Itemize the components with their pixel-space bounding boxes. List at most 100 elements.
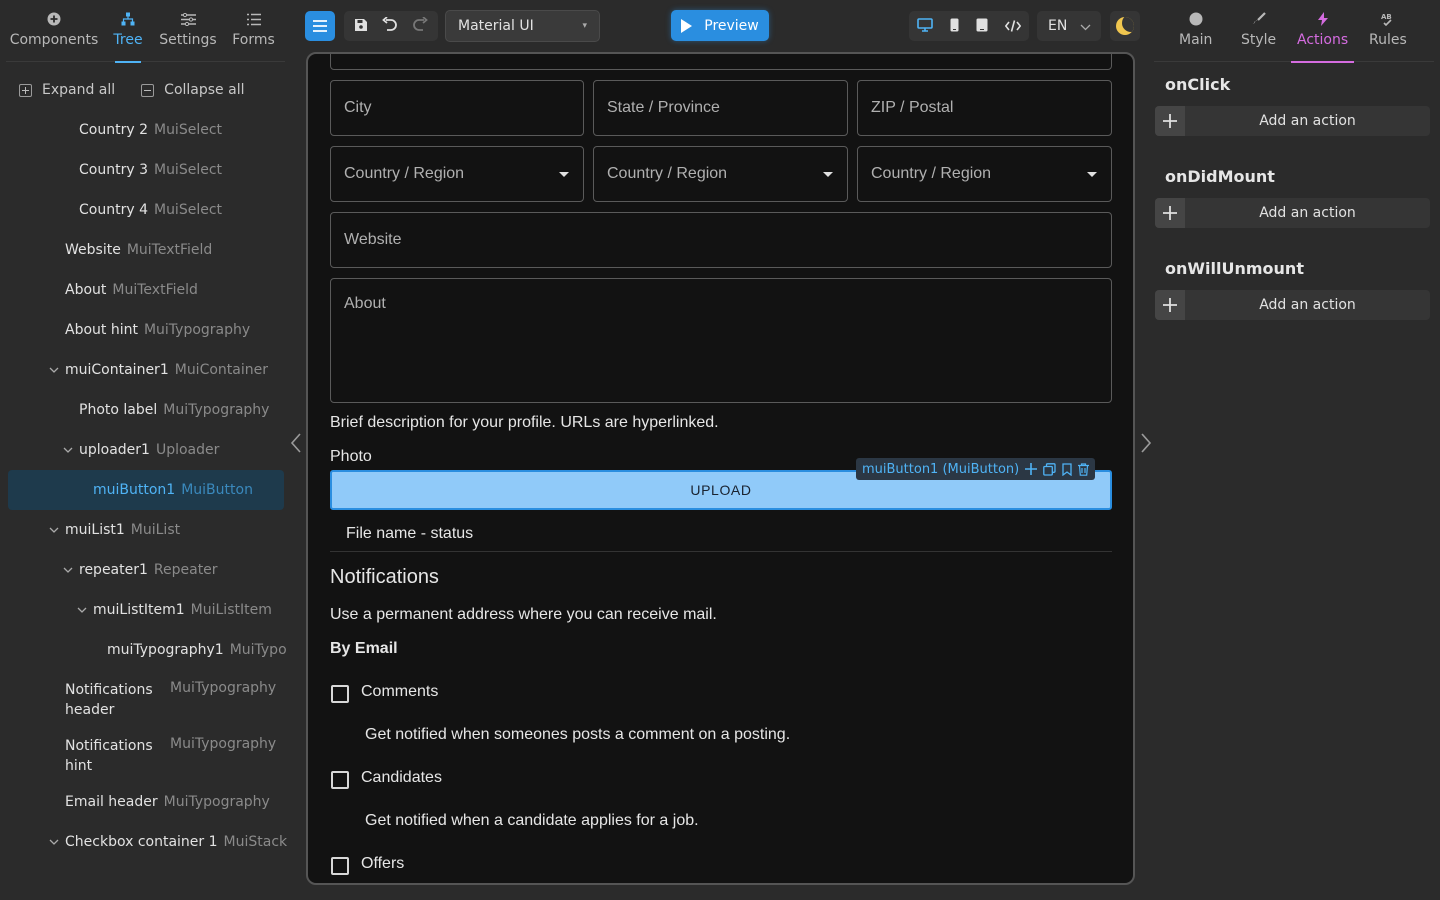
tree-node-muicontainer1[interactable]: muiContainer1 MuiContainer: [8, 350, 284, 390]
expand-icon: [19, 83, 32, 97]
desktop-icon[interactable]: [917, 17, 934, 36]
dropdown-arrow-icon: [823, 172, 833, 177]
preview-button[interactable]: Preview: [671, 10, 769, 41]
save-icon[interactable]: [354, 17, 368, 36]
app-window: Components Tree Settings Forms Expand al…: [0, 0, 1440, 900]
menu-button[interactable]: [305, 11, 335, 41]
tab-forms[interactable]: Forms: [222, 0, 285, 62]
delete-icon[interactable]: [1078, 462, 1090, 476]
file-status: File name - status: [346, 525, 474, 542]
tree-node-email-header[interactable]: Email header MuiTypography: [8, 782, 284, 822]
tab-tree[interactable]: Tree: [102, 0, 154, 62]
expand-all-button[interactable]: Expand all: [19, 82, 115, 98]
left-panel: Components Tree Settings Forms Expand al…: [0, 0, 292, 900]
city-field[interactable]: City: [330, 80, 584, 136]
node-type: MuiTypography: [170, 736, 277, 752]
tab-settings[interactable]: Settings: [154, 0, 222, 62]
mobile-icon[interactable]: [950, 17, 959, 36]
moon-icon: [1116, 17, 1134, 35]
bookmark-icon[interactable]: [1062, 462, 1072, 476]
node-name: muiTypography1: [107, 642, 224, 658]
tree-node-country-3[interactable]: Country 3 MuiSelect: [8, 150, 284, 190]
onwillunmount-add-action[interactable]: Add an action: [1155, 290, 1430, 320]
tree-node-photo-label[interactable]: Photo label MuiTypography: [8, 390, 284, 430]
tree-node-uploader1[interactable]: uploader1 Uploader: [8, 430, 284, 470]
chevron-down-icon[interactable]: [48, 364, 60, 376]
address-field-top[interactable]: [330, 54, 1112, 70]
chevron-down-icon[interactable]: [48, 836, 60, 848]
website-label: Website: [344, 231, 402, 248]
tree-node-website[interactable]: Website MuiTextField: [8, 230, 284, 270]
zip-field[interactable]: ZIP / Postal: [857, 80, 1112, 136]
ondidmount-add-action[interactable]: Add an action: [1155, 198, 1430, 228]
tab-main[interactable]: Main: [1179, 0, 1212, 62]
tab-label: Settings: [159, 32, 217, 48]
offers-checkbox[interactable]: [331, 857, 349, 875]
node-name: muiButton1: [93, 482, 176, 498]
add-icon[interactable]: [1025, 463, 1038, 475]
node-name: Checkbox container 1: [65, 834, 218, 850]
redo-icon[interactable]: [412, 15, 428, 36]
framework-select[interactable]: Material UI ▾: [445, 10, 600, 42]
collapse-left-arrow[interactable]: [289, 432, 305, 454]
tree-node-about[interactable]: About MuiTextField: [8, 270, 284, 310]
node-type: MuiTextField: [126, 242, 213, 258]
node-type: MuiTypography: [143, 322, 251, 338]
country-select-1[interactable]: Country / Region: [330, 146, 584, 202]
plus-icon: [1155, 106, 1185, 136]
tree-node-country-4[interactable]: Country 4 MuiSelect: [8, 190, 284, 230]
chevron-down-icon[interactable]: [48, 524, 60, 536]
code-icon[interactable]: [1004, 17, 1021, 36]
duplicate-icon[interactable]: [1043, 462, 1056, 476]
checkbox-label: Offers: [361, 855, 405, 872]
tree-node-muitypography1[interactable]: muiTypography1 MuiTypo: [8, 630, 287, 670]
node-name: muiList1: [65, 522, 125, 538]
checkbox-hint: Get notified when someones posts a comme…: [365, 726, 791, 743]
dropdown-arrow-icon: [1087, 172, 1097, 177]
collapse-all-button[interactable]: Collapse all: [141, 82, 244, 98]
country-select-2[interactable]: Country / Region: [593, 146, 848, 202]
tab-label: Main: [1179, 32, 1213, 48]
tree-node-notifications-hint[interactable]: Notifications hint MuiTypography: [8, 726, 284, 782]
tablet-icon[interactable]: [976, 17, 988, 36]
tab-components[interactable]: Components: [6, 0, 102, 62]
node-type: MuiStack: [223, 834, 288, 850]
theme-toggle[interactable]: [1110, 11, 1140, 41]
chevron-down-icon[interactable]: [62, 444, 74, 456]
node-type: MuiSelect: [153, 122, 223, 138]
rules-icon: AB: [1380, 11, 1396, 27]
website-field[interactable]: Website: [330, 212, 1112, 268]
candidates-checkbox[interactable]: [331, 771, 349, 789]
language-select[interactable]: EN: [1037, 11, 1101, 41]
notifications-header: Notifications: [330, 566, 439, 588]
tree-node-checkbox-container-1[interactable]: Checkbox container 1 MuiStack: [8, 822, 287, 862]
chevron-down-icon[interactable]: [62, 564, 74, 576]
add-action-label: Add an action: [1259, 205, 1356, 221]
about-field[interactable]: About: [330, 278, 1112, 403]
onclick-add-action[interactable]: Add an action: [1155, 106, 1430, 136]
country-label: Country / Region: [607, 165, 728, 182]
tree-node-about-hint[interactable]: About hint MuiTypography: [8, 310, 284, 350]
tab-rules[interactable]: AB Rules: [1369, 0, 1407, 62]
tree-node-muilist1[interactable]: muiList1 MuiList: [8, 510, 284, 550]
left-tabs: Components Tree Settings Forms: [6, 0, 285, 62]
state-field[interactable]: State / Province: [593, 80, 848, 136]
node-name: Photo label: [79, 402, 158, 418]
tab-actions[interactable]: Actions: [1290, 0, 1355, 63]
comments-checkbox[interactable]: [331, 685, 349, 703]
component-tree: Country 2 MuiSelect Country 3 MuiSelect Co…: [8, 110, 287, 862]
selection-tag: muiButton1 (MuiButton): [856, 458, 1096, 480]
tab-style[interactable]: Style: [1241, 0, 1276, 62]
selection-tag-label: muiButton1 (MuiButton): [862, 461, 1020, 477]
chevron-down-icon[interactable]: [76, 604, 88, 616]
tree-node-repeater1[interactable]: repeater1 Repeater: [8, 550, 284, 590]
tab-label: Style: [1241, 32, 1277, 48]
tree-node-muilistitem1[interactable]: muiListItem1 MuiListItem: [8, 590, 284, 630]
city-label: City: [344, 99, 372, 116]
tree-node-notifications-header[interactable]: Notifications header MuiTypography: [8, 670, 284, 726]
tree-node-country-2[interactable]: Country 2 MuiSelect: [8, 110, 284, 150]
country-select-3[interactable]: Country / Region: [857, 146, 1112, 202]
tree-node-muibutton1[interactable]: muiButton1 MuiButton: [8, 470, 284, 510]
undo-icon[interactable]: [382, 15, 398, 36]
plus-circle-icon: [46, 11, 62, 27]
